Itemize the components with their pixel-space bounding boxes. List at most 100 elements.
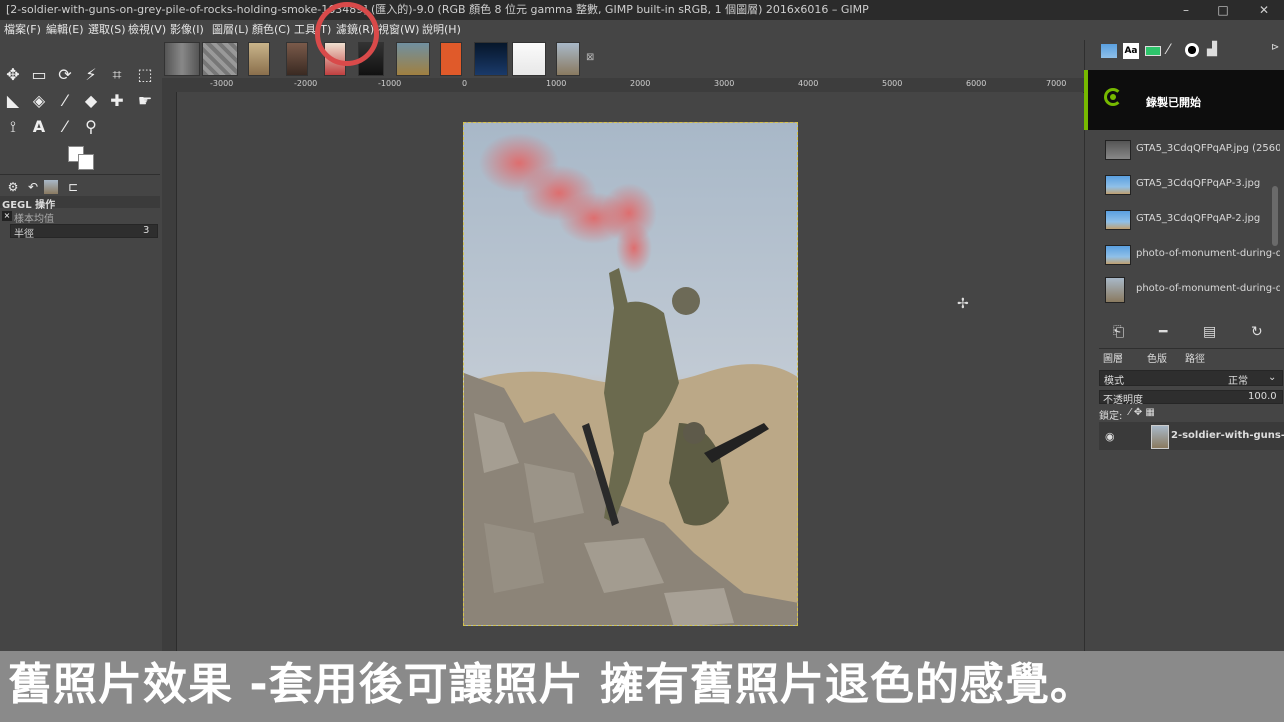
smudge-icon[interactable]: ☛	[134, 90, 156, 112]
fonts-tab-icon[interactable]: Aa	[1123, 43, 1139, 59]
tab-layers[interactable]: 圖層	[1103, 350, 1123, 365]
image-thumb-icon[interactable]	[44, 180, 58, 194]
layer-row[interactable]: ◉ 2-soldier-with-guns-on-	[1099, 422, 1284, 450]
menu-layer[interactable]: 圖層(L)	[212, 20, 249, 40]
maximize-button[interactable]: □	[1215, 2, 1231, 18]
list-item[interactable]: photo-of-monument-during-day1	[1100, 274, 1280, 304]
patterns-tab-icon[interactable]	[1185, 43, 1199, 57]
ruler-label: 2000	[630, 79, 651, 88]
ruler-label: 1000	[546, 79, 567, 88]
caption-text: 舊照片效果 -套用後可讓照片 擁有舊照片退色的感覺。	[8, 659, 1095, 710]
tool-options-icon[interactable]: ⚙	[2, 176, 24, 198]
layer-name[interactable]: 2-soldier-with-guns-on-	[1171, 430, 1284, 441]
print-icon[interactable]: ▤	[1203, 324, 1216, 340]
tab-channels[interactable]: 色版	[1147, 350, 1167, 365]
list-item-name: GTA5_3CdqQFPqAP-2.jpg	[1136, 213, 1261, 224]
color-picker-icon[interactable]: ⁄	[54, 116, 76, 138]
menu-edit[interactable]: 編輯(E)	[46, 20, 84, 40]
opacity-value: 100.0	[1248, 391, 1277, 402]
list-item[interactable]: photo-of-monument-during-day1	[1100, 239, 1280, 269]
radius-label: 半徑	[14, 229, 34, 240]
menu-view[interactable]: 檢視(V)	[128, 20, 166, 40]
list-item[interactable]: GTA5_3CdqQFPqAP-2.jpg	[1100, 204, 1280, 234]
paintbrush-icon[interactable]: ⁄	[54, 90, 76, 112]
divider	[1099, 348, 1284, 349]
images-scrollbar[interactable]	[1272, 186, 1278, 246]
tab-paths[interactable]: 路徑	[1185, 350, 1205, 365]
list-item-name: photo-of-monument-during-day1	[1136, 248, 1280, 259]
close-button[interactable]: ✕	[1256, 2, 1272, 18]
transform-icon[interactable]: ⬚	[134, 64, 156, 86]
image-tab-thumb[interactable]	[248, 42, 270, 76]
image-tab-thumb[interactable]	[440, 42, 462, 76]
brushes-tab-icon[interactable]: ⁄	[1167, 42, 1169, 58]
list-item[interactable]: GTA5_3CdqQFPqAP.jpg (2560 ×	[1100, 134, 1280, 164]
palettes-tab-icon[interactable]	[1145, 46, 1161, 56]
image-tab-thumb[interactable]	[286, 42, 308, 76]
radius-field[interactable]: 半徑 3	[10, 224, 158, 240]
list-item-thumb	[1105, 140, 1131, 160]
image-tab-thumb[interactable]	[474, 42, 508, 76]
mode-dropdown[interactable]: 模式 正常 ⌄	[1099, 370, 1283, 387]
background-color-swatch[interactable]	[78, 154, 94, 170]
text-tool-icon[interactable]: A	[28, 116, 50, 138]
tab-channels-label: 色版	[1147, 354, 1167, 365]
ruler-label: -3000	[210, 79, 234, 88]
menu-image[interactable]: 影像(I)	[170, 20, 204, 40]
ruler-label: 0	[462, 79, 468, 88]
image-tab-thumb[interactable]	[324, 42, 346, 76]
mode-label: 模式	[1104, 376, 1124, 387]
images-tab-icon[interactable]	[1101, 44, 1117, 58]
eraser-icon[interactable]: ◆	[80, 90, 102, 112]
raise-display-icon[interactable]: ⎗	[1113, 324, 1124, 340]
image-canvas[interactable]	[463, 122, 798, 626]
fuzzy-select-icon[interactable]: ⚡	[80, 64, 102, 86]
right-dock: Aa ⁄ ▟ ⊳ 圖層 色版 路徑 模式 正常 ⌄ 不透明度 100.0 鎖定:…	[1084, 40, 1284, 652]
move-tool-icon[interactable]: ✥	[2, 64, 24, 86]
undo-history-icon[interactable]: ↶	[22, 176, 44, 198]
menu-colors[interactable]: 顏色(C)	[252, 20, 290, 40]
zoom-icon[interactable]: ⚲	[80, 116, 102, 138]
crosshair-icon: ✢	[957, 296, 969, 312]
minimize-button[interactable]: –	[1178, 2, 1194, 18]
image-tab-thumb[interactable]	[164, 42, 200, 76]
dock-menu-icon[interactable]: ⊳	[1271, 42, 1279, 53]
ruler-label: 4000	[798, 79, 819, 88]
ruler-label: 6000	[966, 79, 987, 88]
crop-icon[interactable]: ⌗	[106, 64, 128, 86]
image-tab-thumb-active[interactable]	[556, 42, 580, 76]
ruler-label: -1000	[378, 79, 402, 88]
device-status-icon[interactable]: ⊏	[62, 176, 84, 198]
lock-pixels-icon[interactable]: ⁄ ✥ ▦	[1129, 407, 1155, 418]
tabs-close-icon[interactable]: ⊠	[586, 52, 594, 63]
menu-help[interactable]: 說明(H)	[422, 20, 461, 40]
close-op-icon[interactable]: ×	[2, 211, 12, 221]
bucket-fill-icon[interactable]: ◈	[28, 90, 50, 112]
opacity-label: 不透明度	[1103, 395, 1143, 406]
paths-icon[interactable]: ⟟	[2, 116, 24, 138]
warp-icon[interactable]: ◣	[2, 90, 24, 112]
menu-file[interactable]: 檔案(F)	[4, 20, 41, 40]
soldier-photo-illustration	[464, 133, 797, 625]
opacity-field[interactable]: 不透明度 100.0	[1099, 390, 1283, 406]
list-item-thumb	[1105, 210, 1131, 230]
ruler-label: 5000	[882, 79, 903, 88]
heal-icon[interactable]: ✚	[106, 90, 128, 112]
image-tab-thumb[interactable]	[202, 42, 238, 76]
rect-select-icon[interactable]: ▭	[28, 64, 50, 86]
menu-filters[interactable]: 濾鏡(R)	[336, 20, 374, 40]
lasso-icon[interactable]: ⟳	[54, 64, 76, 86]
refresh-icon[interactable]: ↻	[1251, 324, 1263, 340]
ruler-label: -2000	[294, 79, 318, 88]
eye-icon[interactable]: ◉	[1105, 430, 1115, 443]
menu-select[interactable]: 選取(S)	[88, 20, 126, 40]
menu-windows[interactable]: 視窗(W)	[378, 20, 419, 40]
image-tab-thumb[interactable]	[512, 42, 546, 76]
menu-tools[interactable]: 工具(T)	[294, 20, 331, 40]
list-item-thumb	[1105, 245, 1131, 265]
image-tab-thumb[interactable]	[396, 42, 430, 76]
histogram-tab-icon[interactable]: ▟	[1207, 42, 1217, 57]
list-item[interactable]: GTA5_3CdqQFPqAP-3.jpg	[1100, 169, 1280, 199]
image-tab-thumb[interactable]	[358, 42, 384, 76]
delete-display-icon[interactable]: ━	[1159, 324, 1167, 340]
